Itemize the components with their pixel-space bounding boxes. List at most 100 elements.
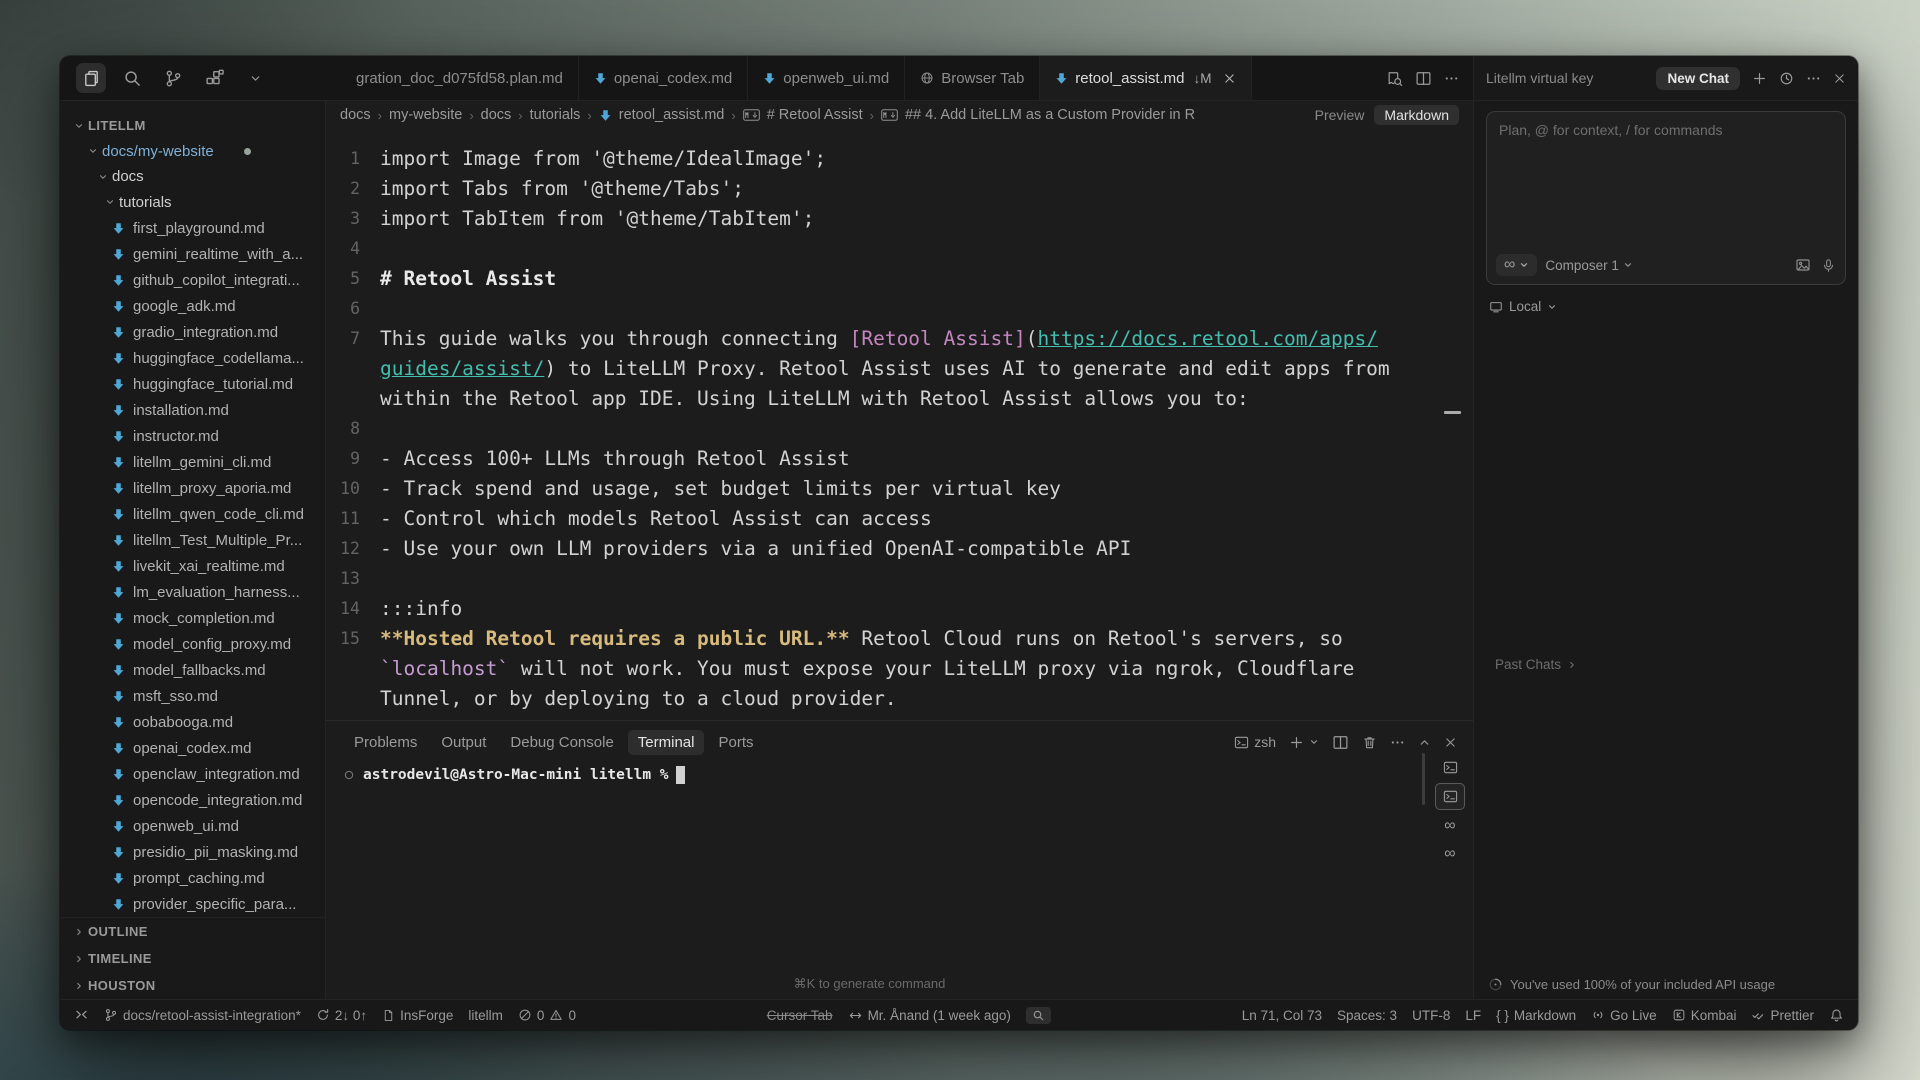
- file-row[interactable]: instructor.md: [60, 423, 325, 449]
- breadcrumb-item[interactable]: docs: [340, 107, 371, 123]
- kombai-item[interactable]: Kombai: [1672, 1008, 1737, 1023]
- chat-tab-inactive[interactable]: Litellm virtual key: [1486, 70, 1644, 86]
- line-col-item[interactable]: Ln 71, Col 73: [1242, 1008, 1322, 1023]
- go-live-item[interactable]: Go Live: [1591, 1008, 1657, 1023]
- breadcrumb-item[interactable]: docs: [481, 107, 512, 123]
- terminal-scrollbar[interactable]: [1422, 753, 1425, 805]
- file-row[interactable]: prompt_caching.md: [60, 865, 325, 891]
- file-row[interactable]: msft_sso.md: [60, 683, 325, 709]
- new-chat-plus-icon[interactable]: [1752, 71, 1767, 86]
- git-blame-item[interactable]: Mr. Ånand (1 week ago): [848, 1008, 1011, 1023]
- file-row[interactable]: gemini_realtime_with_a...: [60, 241, 325, 267]
- git-sync-item[interactable]: 2↓ 0↑: [316, 1008, 367, 1023]
- folder-docs-my-website[interactable]: docs/my-website: [60, 139, 325, 165]
- file-row[interactable]: openclaw_integration.md: [60, 761, 325, 787]
- chat-close-icon[interactable]: [1833, 72, 1846, 85]
- folder-tutorials[interactable]: tutorials: [60, 190, 325, 216]
- code-editor[interactable]: 1import Image from '@theme/IdealImage';2…: [326, 129, 1473, 720]
- editor-tab[interactable]: retool_assist.md↓M: [1040, 56, 1251, 100]
- section-outline[interactable]: OUTLINE: [60, 918, 325, 945]
- file-row[interactable]: model_fallbacks.md: [60, 657, 325, 683]
- kill-terminal-icon[interactable]: [1362, 735, 1377, 750]
- file-row[interactable]: oobabooga.md: [60, 709, 325, 735]
- activity-chevron-down-icon[interactable]: [240, 63, 270, 93]
- git-branch-item[interactable]: docs/retool-assist-integration*: [104, 1008, 301, 1023]
- editor-tab[interactable]: Browser Tab: [905, 56, 1040, 100]
- encoding-item[interactable]: UTF-8: [1412, 1008, 1450, 1023]
- section-timeline[interactable]: TIMELINE: [60, 945, 325, 972]
- editor-tab[interactable]: gration_doc_d075fd58.plan.md: [341, 56, 579, 100]
- file-row[interactable]: provider_specific_para...: [60, 891, 325, 917]
- folder-docs[interactable]: docs: [60, 164, 325, 190]
- new-terminal-button[interactable]: [1289, 735, 1319, 750]
- breadcrumb-item[interactable]: my-website: [389, 107, 462, 123]
- file-row[interactable]: litellm_qwen_code_cli.md: [60, 501, 325, 527]
- file-row[interactable]: lm_evaluation_harness...: [60, 579, 325, 605]
- language-mode-item[interactable]: { } Markdown: [1496, 1008, 1576, 1023]
- more-actions-icon[interactable]: [1390, 735, 1405, 750]
- terminal-prompt-row[interactable]: astrodevil@Astro-Mac-mini litellm %: [344, 766, 1473, 784]
- breadcrumb-heading[interactable]: ## 4. Add LiteLLM as a Custom Provider i…: [905, 107, 1195, 123]
- file-row[interactable]: litellm_Test_Multiple_Pr...: [60, 527, 325, 553]
- agent-mode-selector[interactable]: ∞: [1496, 254, 1537, 276]
- workspace-root[interactable]: LITELLM: [60, 113, 325, 139]
- file-row[interactable]: github_copilot_integrati...: [60, 267, 325, 293]
- breadcrumb-file[interactable]: retool_assist.md: [619, 107, 725, 123]
- breadcrumb-heading[interactable]: # Retool Assist: [767, 107, 863, 123]
- markdown-mode-button[interactable]: Markdown: [1374, 105, 1459, 125]
- chat-more-icon[interactable]: [1806, 71, 1821, 86]
- terminal-instance-infinity-icon[interactable]: ∞: [1436, 841, 1464, 866]
- panel-tab-problems[interactable]: Problems: [344, 730, 427, 755]
- file-row[interactable]: huggingface_tutorial.md: [60, 371, 325, 397]
- project-item[interactable]: litellm: [468, 1008, 503, 1023]
- past-chats[interactable]: Past Chats: [1495, 657, 1577, 672]
- maximize-panel-icon[interactable]: [1418, 736, 1431, 749]
- insforge-item[interactable]: InsForge: [382, 1008, 453, 1023]
- close-tab-icon[interactable]: [1223, 72, 1236, 85]
- file-row[interactable]: installation.md: [60, 397, 325, 423]
- file-row[interactable]: livekit_xai_realtime.md: [60, 553, 325, 579]
- activity-extensions-icon[interactable]: [199, 63, 229, 93]
- chat-tab-new-chat[interactable]: New Chat: [1656, 67, 1740, 90]
- model-selector[interactable]: Composer 1: [1545, 258, 1633, 273]
- eol-item[interactable]: LF: [1465, 1008, 1481, 1023]
- editor-tab[interactable]: openai_codex.md: [579, 56, 748, 100]
- problems-item[interactable]: 0 0: [518, 1008, 576, 1023]
- file-row[interactable]: gradio_integration.md: [60, 319, 325, 345]
- section-houston[interactable]: HOUSTON: [60, 972, 325, 999]
- terminal-instance-terminal-icon[interactable]: [1435, 783, 1465, 810]
- activity-search-icon[interactable]: [117, 63, 147, 93]
- breadcrumb-item[interactable]: tutorials: [530, 107, 581, 123]
- microphone-icon[interactable]: [1821, 258, 1836, 273]
- close-panel-icon[interactable]: [1444, 736, 1457, 749]
- file-row[interactable]: google_adk.md: [60, 293, 325, 319]
- open-preview-icon[interactable]: [1386, 70, 1403, 87]
- panel-tab-debug-console[interactable]: Debug Console: [500, 730, 623, 755]
- chat-history-icon[interactable]: [1779, 71, 1794, 86]
- search-indicator[interactable]: [1026, 1007, 1051, 1024]
- terminal-instance-terminal-icon[interactable]: [1436, 755, 1464, 780]
- file-row[interactable]: litellm_proxy_aporia.md: [60, 475, 325, 501]
- file-row[interactable]: opencode_integration.md: [60, 787, 325, 813]
- cursor-tab-toggle[interactable]: Cursor Tab: [767, 1008, 833, 1023]
- file-row[interactable]: model_config_proxy.md: [60, 631, 325, 657]
- file-row[interactable]: first_playground.md: [60, 215, 325, 241]
- more-actions-icon[interactable]: [1444, 71, 1459, 86]
- file-row[interactable]: presidio_pii_masking.md: [60, 839, 325, 865]
- split-editor-icon[interactable]: [1415, 70, 1432, 87]
- file-row[interactable]: openweb_ui.md: [60, 813, 325, 839]
- activity-source-control-icon[interactable]: [158, 63, 188, 93]
- attach-image-icon[interactable]: [1795, 257, 1811, 273]
- file-row[interactable]: mock_completion.md: [60, 605, 325, 631]
- editor-tab[interactable]: openweb_ui.md: [748, 56, 905, 100]
- file-row[interactable]: litellm_gemini_cli.md: [60, 449, 325, 475]
- prettier-item[interactable]: Prettier: [1751, 1008, 1814, 1023]
- remote-indicator-icon[interactable]: [74, 1008, 89, 1023]
- chat-input-box[interactable]: Plan, @ for context, / for commands ∞ Co…: [1486, 111, 1846, 285]
- panel-tab-ports[interactable]: Ports: [708, 730, 763, 755]
- indentation-item[interactable]: Spaces: 3: [1337, 1008, 1397, 1023]
- file-row[interactable]: huggingface_codellama...: [60, 345, 325, 371]
- notifications-bell-icon[interactable]: [1829, 1008, 1844, 1023]
- context-selector[interactable]: Local: [1486, 299, 1846, 314]
- shell-selector[interactable]: zsh: [1234, 734, 1276, 750]
